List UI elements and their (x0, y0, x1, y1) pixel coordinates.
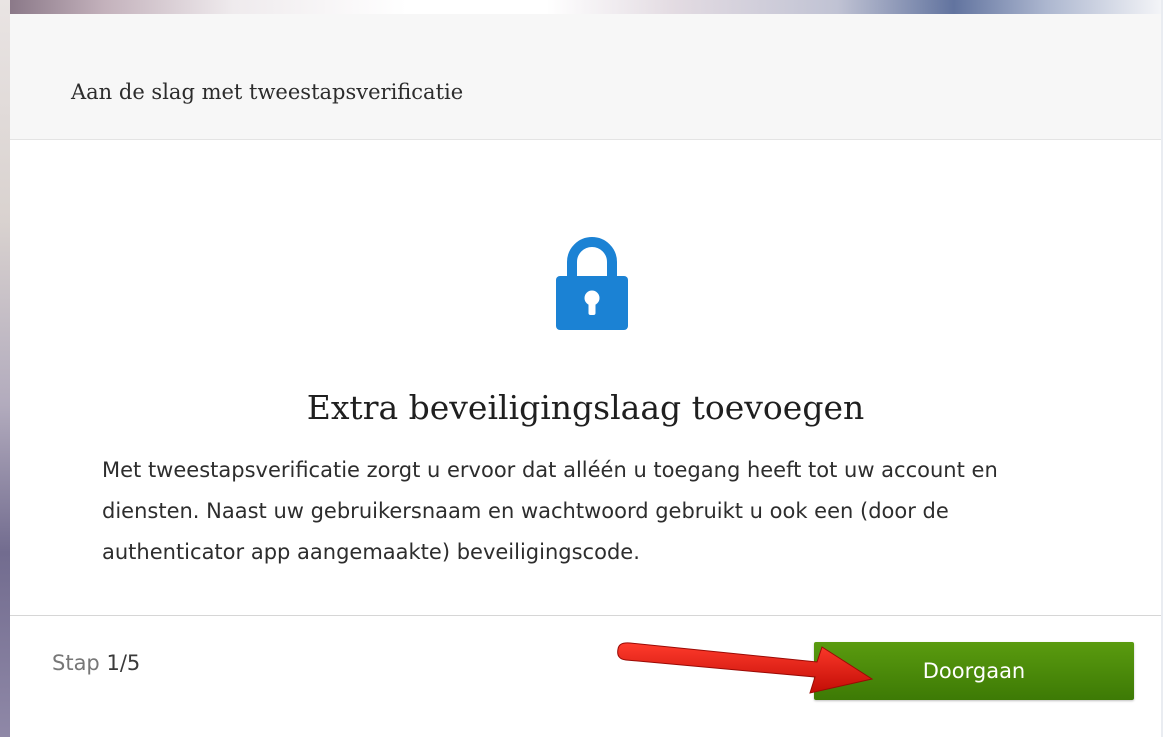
window-top-strip (0, 0, 1163, 14)
dialog-header: Aan de slag met tweestapsverificatie (10, 14, 1161, 140)
step-indicator: Stap 1/5 (52, 651, 140, 675)
dialog-title: Aan de slag met tweestapsverificatie (71, 80, 464, 104)
main-heading: Extra beveiligingslaag toevoegen (306, 388, 865, 427)
step-prefix: Stap (52, 651, 100, 675)
description-text: Met tweestapsverificatie zorgt u ervoor … (102, 458, 998, 564)
continue-button[interactable]: Doorgaan (814, 642, 1134, 700)
lock-icon (552, 230, 632, 332)
two-step-verification-dialog: Aan de slag met tweestapsverificatie Ext… (10, 14, 1161, 737)
window-left-edge (0, 0, 10, 737)
step-value: 1/5 (106, 651, 141, 675)
footer-divider (10, 615, 1161, 616)
